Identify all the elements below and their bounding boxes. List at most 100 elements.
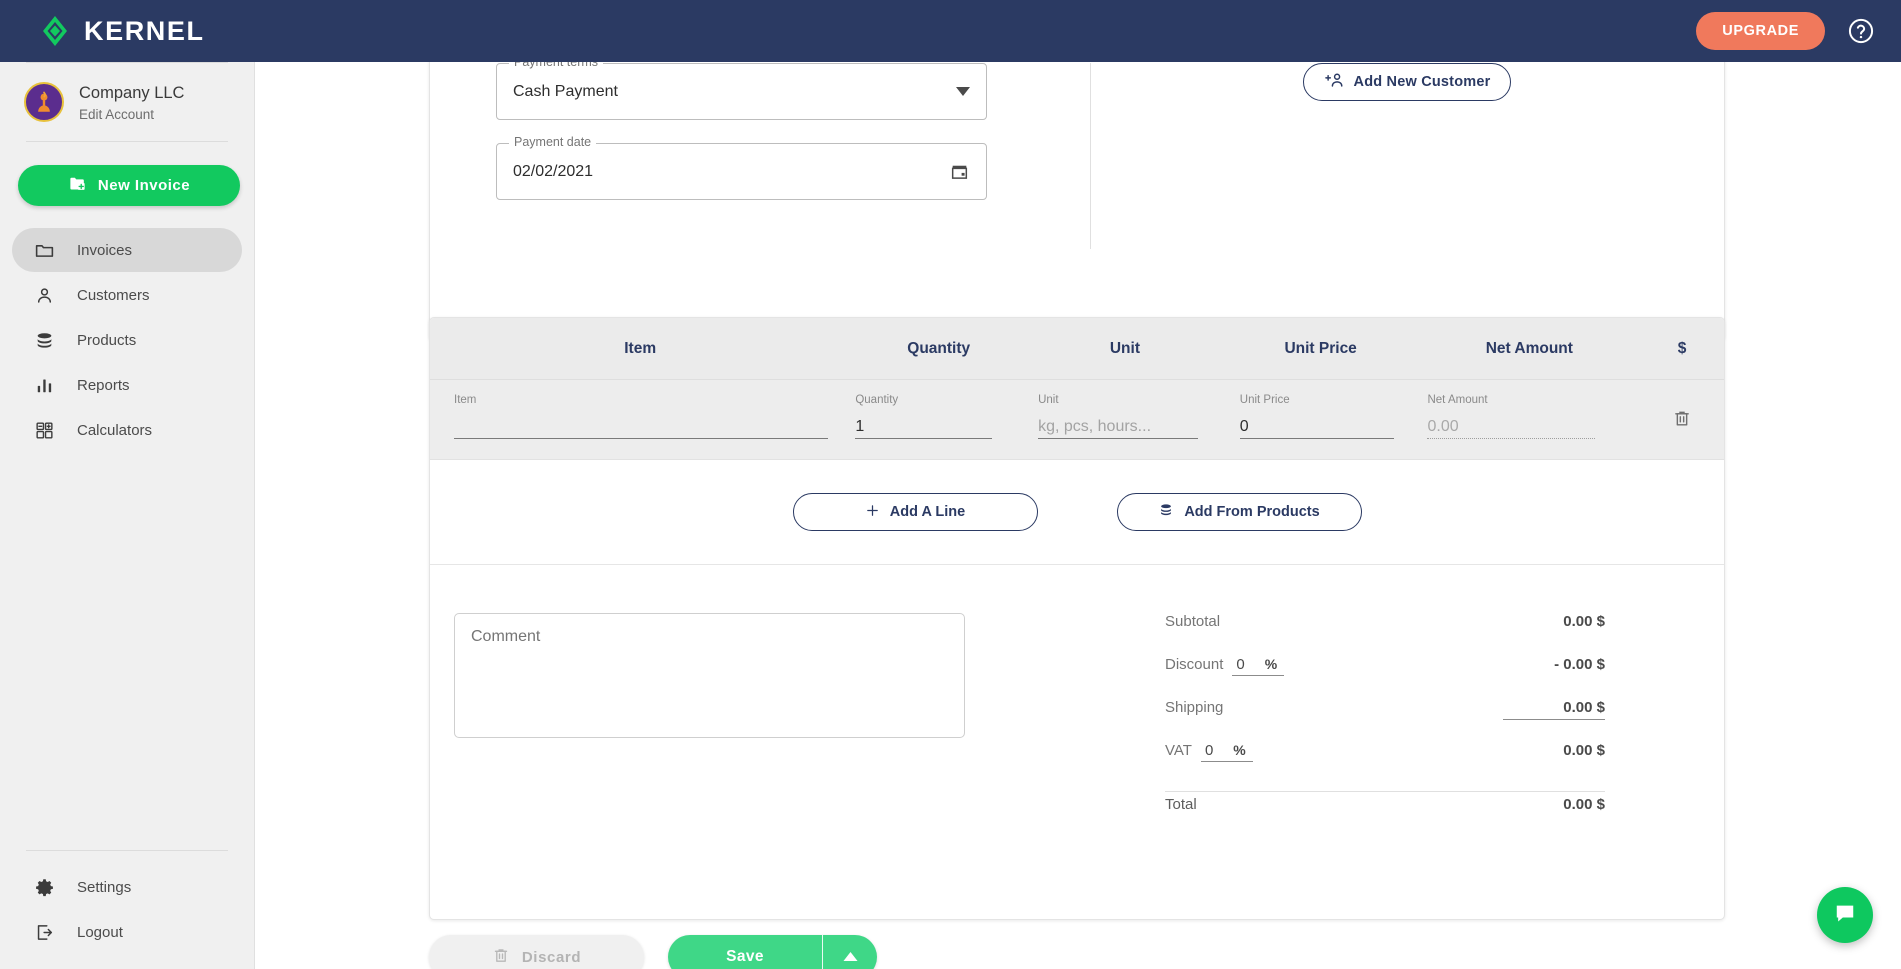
quantity-input[interactable]: 1: [855, 413, 993, 439]
shipping-input[interactable]: 0.00 $: [1503, 699, 1605, 720]
discount-label: Discount: [1165, 656, 1224, 673]
comment-textarea[interactable]: [454, 613, 965, 738]
logout-icon: [34, 922, 55, 943]
sidebar-bottom-nav: Settings Logout: [0, 850, 254, 955]
sidebar-nav: Invoices Customers Products Reports Calc…: [0, 228, 254, 452]
payment-date-value: 02/02/2021: [513, 162, 594, 180]
top-app-bar: KERNEL UPGRADE: [0, 0, 1901, 62]
discard-label: Discard: [521, 948, 582, 966]
chevron-down-icon[interactable]: [956, 87, 970, 96]
unit-input[interactable]: kg, pcs, hours...: [1038, 413, 1199, 439]
unit-price-input[interactable]: 0: [1239, 413, 1394, 439]
upgrade-button[interactable]: UPGRADE: [1696, 12, 1825, 50]
sidebar-item-products[interactable]: Products: [12, 318, 242, 362]
discard-button[interactable]: Discard: [429, 935, 644, 969]
form-vertical-divider: [1090, 63, 1091, 249]
account-text: Company LLC Edit Account: [79, 82, 184, 121]
payment-date-label: Payment date: [509, 135, 597, 149]
new-invoice-icon: [68, 174, 87, 197]
sidebar-item-reports[interactable]: Reports: [12, 363, 242, 407]
column-header-quantity: Quantity: [907, 339, 971, 357]
sidebar-item-label: Calculators: [77, 421, 153, 439]
add-new-customer-label: Add New Customer: [1353, 74, 1491, 90]
sidebar-item-settings[interactable]: Settings: [12, 865, 242, 909]
discount-value: - 0.00 $: [1554, 656, 1605, 673]
invoice-header-card: Payment terms Cash Payment Payment date …: [429, 62, 1725, 341]
item-field-label: Item: [454, 394, 477, 406]
vat-input-value: 0: [1204, 742, 1214, 759]
column-header-item: Item: [624, 339, 657, 357]
sidebar: Company LLC Edit Account New Invoice Inv…: [0, 62, 255, 969]
sidebar-item-label: Logout: [77, 923, 123, 941]
edit-account-link[interactable]: Edit Account: [79, 107, 184, 122]
calendar-icon[interactable]: [949, 161, 970, 182]
discount-input[interactable]: 0 %: [1232, 656, 1285, 676]
chat-bubble-icon: [1832, 900, 1858, 931]
add-from-products-button[interactable]: Add From Products: [1116, 493, 1362, 531]
unit-price-field-label: Unit Price: [1239, 394, 1290, 406]
new-invoice-button[interactable]: New Invoice: [18, 165, 240, 206]
sidebar-item-calculators[interactable]: Calculators: [12, 408, 242, 452]
sidebar-item-label: Customers: [77, 286, 150, 304]
total-label: Total: [1165, 796, 1197, 813]
payment-date-field[interactable]: Payment date 02/02/2021: [496, 135, 987, 200]
caret-up-icon: [843, 948, 858, 966]
gear-icon: [34, 877, 55, 898]
subtotal-row: Subtotal 0.00 $: [1165, 613, 1605, 656]
calculator-icon: [34, 420, 55, 441]
table-row: Item Quantity 1 Unit kg, pcs, hours... U…: [430, 380, 1724, 460]
discount-input-value: 0: [1236, 656, 1245, 673]
sidebar-divider-account: [26, 141, 228, 142]
vat-value: 0.00 $: [1563, 742, 1605, 759]
vat-row: VAT 0 % 0.00 $: [1165, 742, 1605, 785]
items-table-header: Item Quantity Unit Unit Price Net Amount…: [430, 318, 1724, 380]
save-button[interactable]: Save: [668, 935, 823, 969]
total-row: Total 0.00 $: [1165, 792, 1605, 835]
add-new-customer-button[interactable]: Add New Customer: [1302, 63, 1512, 101]
sidebar-item-label: Invoices: [77, 241, 133, 259]
unit-field-label: Unit: [1038, 394, 1059, 406]
new-invoice-label: New Invoice: [97, 177, 191, 194]
subtotal-value: 0.00 $: [1563, 613, 1605, 630]
payment-terms-select[interactable]: Payment terms Cash Payment: [496, 62, 987, 120]
discount-row: Discount 0 % - 0.00 $: [1165, 656, 1605, 699]
column-header-net-amount: Net Amount: [1485, 339, 1573, 357]
item-input[interactable]: [454, 413, 828, 439]
sidebar-item-label: Reports: [77, 376, 130, 394]
database-icon: [1158, 502, 1174, 522]
invoice-items-card: Item Quantity Unit Unit Price Net Amount…: [429, 317, 1725, 920]
payment-fields-column: Payment terms Cash Payment Payment date …: [430, 62, 1090, 340]
account-block[interactable]: Company LLC Edit Account: [0, 63, 254, 141]
plus-icon: [865, 503, 880, 522]
delete-row-button[interactable]: [1640, 380, 1724, 434]
top-bar-actions: UPGRADE: [1696, 12, 1875, 50]
brand-logo[interactable]: KERNEL: [38, 14, 205, 48]
sidebar-item-logout[interactable]: Logout: [12, 910, 242, 954]
sidebar-item-label: Products: [77, 331, 137, 349]
shipping-row: Shipping 0.00 $: [1165, 699, 1605, 742]
column-header-unit-price: Unit Price: [1284, 339, 1357, 357]
payment-terms-value: Cash Payment: [513, 82, 618, 100]
add-line-actions: Add A Line Add From Products: [430, 460, 1724, 565]
sidebar-item-invoices[interactable]: Invoices: [12, 228, 242, 272]
folder-icon: [34, 240, 55, 261]
add-from-products-label: Add From Products: [1184, 504, 1320, 520]
column-header-unit: Unit: [1109, 339, 1140, 357]
footer-actions: Discard Save: [429, 935, 877, 969]
sidebar-item-customers[interactable]: Customers: [12, 273, 242, 317]
save-options-button[interactable]: [823, 935, 877, 969]
vat-input[interactable]: 0 %: [1200, 742, 1253, 762]
database-icon: [34, 330, 55, 351]
total-value: 0.00 $: [1563, 796, 1605, 813]
quantity-field-label: Quantity: [855, 394, 899, 406]
bar-chart-icon: [34, 375, 55, 396]
avatar: [24, 82, 64, 122]
totals-area: Subtotal 0.00 $ Discount 0 % - 0.00 $ Sh…: [430, 565, 1724, 835]
trash-icon: [492, 946, 510, 969]
chat-support-button[interactable]: [1817, 887, 1873, 943]
person-add-icon: [1324, 71, 1345, 93]
add-a-line-button[interactable]: Add A Line: [792, 493, 1038, 531]
vat-label: VAT: [1165, 742, 1192, 759]
vat-unit: %: [1233, 742, 1246, 758]
help-circle-icon[interactable]: [1847, 17, 1875, 45]
